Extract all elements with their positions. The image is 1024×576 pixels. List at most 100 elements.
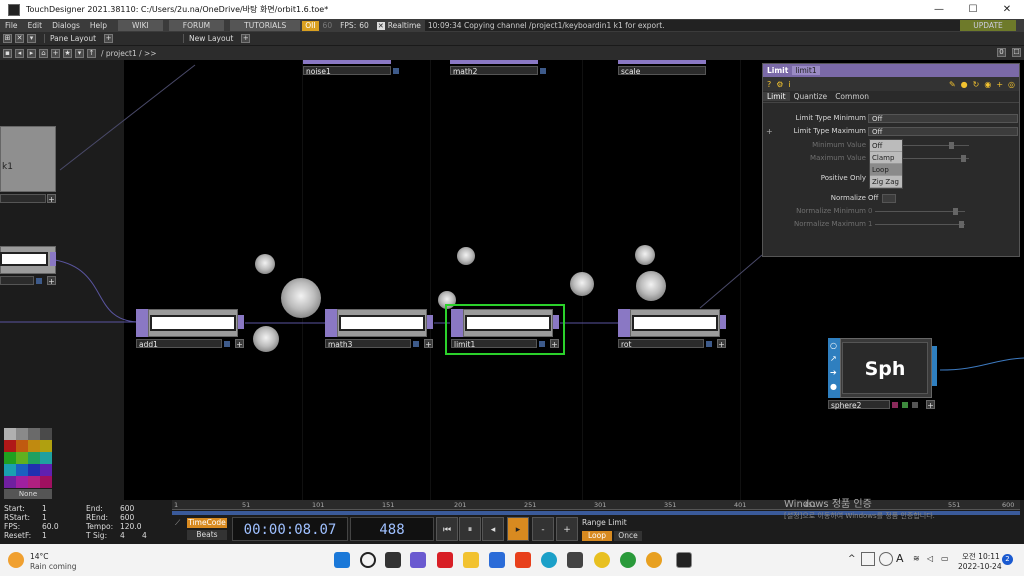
- step-minus-button[interactable]: -: [532, 517, 554, 541]
- clock-date[interactable]: 2022-10-24: [958, 562, 1002, 571]
- color-palette[interactable]: None: [4, 428, 54, 500]
- netflix-icon[interactable]: [437, 552, 453, 568]
- op-name-field[interactable]: limit1: [792, 66, 820, 75]
- search-icon[interactable]: [360, 552, 376, 568]
- refresh-icon[interactable]: ↻: [973, 80, 980, 89]
- ime-indicator[interactable]: A: [896, 552, 904, 565]
- timeline-options-icon[interactable]: ⟋: [175, 518, 180, 528]
- param-normalize-min: Normalize Minimum 0: [763, 207, 1019, 218]
- normalize-max-slider[interactable]: [875, 220, 975, 229]
- oi-toggle[interactable]: OII: [302, 20, 319, 31]
- dropdown-option-clamp[interactable]: Clamp: [870, 152, 902, 164]
- edge-icon[interactable]: [541, 552, 557, 568]
- limit-type-max-menu[interactable]: Off: [868, 127, 1018, 136]
- menu-help[interactable]: Help: [85, 21, 112, 30]
- new-layout-label[interactable]: New Layout: [183, 34, 238, 43]
- add-layout-icon[interactable]: +: [241, 34, 251, 43]
- edit-icon[interactable]: ✎: [949, 80, 956, 89]
- tray-app2-icon[interactable]: [879, 552, 893, 566]
- chrome-profile-icon[interactable]: [620, 552, 636, 568]
- task-view-icon[interactable]: [385, 552, 401, 568]
- tray-app-icon[interactable]: [861, 552, 875, 566]
- back-icon[interactable]: ◂: [15, 48, 24, 58]
- volume-icon[interactable]: ◁: [927, 554, 933, 563]
- forum-link[interactable]: FORUM: [168, 20, 225, 31]
- beats-mode-button[interactable]: Beats: [187, 530, 227, 540]
- language-icon[interactable]: ◉: [984, 80, 991, 89]
- dropdown-option-off[interactable]: Off: [870, 140, 902, 152]
- step-back-button[interactable]: ◂: [482, 517, 504, 541]
- loop-button[interactable]: Loop: [582, 531, 612, 541]
- dropdown-option-zigzag[interactable]: Zig Zag: [870, 176, 902, 188]
- file-explorer-icon[interactable]: [463, 552, 479, 568]
- wifi-icon[interactable]: ≋: [913, 554, 920, 563]
- comment-icon[interactable]: ●: [961, 80, 968, 89]
- menu-bar: File Edit Dialogs Help WIKI FORUM TUTORI…: [0, 19, 1024, 32]
- store-icon[interactable]: [489, 552, 505, 568]
- fps-label: FPS:: [340, 21, 357, 30]
- tray-chevron-icon[interactable]: ^: [848, 554, 856, 564]
- normalize-min-slider[interactable]: [875, 207, 975, 216]
- menu-file[interactable]: File: [0, 21, 23, 30]
- timecode-mode-button[interactable]: TimeCode: [187, 518, 227, 528]
- notification-badge[interactable]: 2: [1002, 554, 1013, 565]
- network-type-icon[interactable]: ▪: [3, 48, 12, 58]
- dropdown-option-loop[interactable]: Loop: [870, 164, 902, 176]
- touchdesigner-taskbar-icon[interactable]: [676, 552, 692, 568]
- close-button[interactable]: ✕: [990, 0, 1024, 19]
- maximize-button[interactable]: ☐: [956, 0, 990, 19]
- palette-none[interactable]: None: [4, 489, 52, 499]
- forward-icon[interactable]: ▸: [27, 48, 36, 58]
- python-help-icon[interactable]: ⚙: [776, 80, 783, 89]
- network-path[interactable]: / project1 / >>: [101, 49, 157, 58]
- pause-button[interactable]: ⏸: [459, 517, 481, 541]
- pane-split-icon[interactable]: ⊞: [3, 34, 12, 43]
- once-button[interactable]: Once: [614, 531, 642, 541]
- step-plus-button[interactable]: +: [556, 517, 578, 541]
- timecode-display[interactable]: 00:00:08.07: [232, 517, 348, 541]
- help-icon[interactable]: ?: [767, 80, 771, 89]
- fps-cook-readout: 60: [322, 21, 333, 30]
- target-icon[interactable]: ◎: [1008, 80, 1015, 89]
- menu-edit[interactable]: Edit: [23, 21, 48, 30]
- tutorials-link[interactable]: TUTORIALS: [230, 20, 301, 31]
- menu-dialogs[interactable]: Dialogs: [47, 21, 85, 30]
- add-icon[interactable]: +: [996, 80, 1003, 89]
- add-op-icon[interactable]: +: [51, 48, 60, 58]
- limit-type-dropdown[interactable]: Off Clamp Loop Zig Zag: [869, 139, 903, 189]
- parent-icon[interactable]: ↑: [87, 48, 96, 58]
- tab-quantize[interactable]: Quantize: [790, 92, 832, 101]
- chrome-icon[interactable]: [594, 552, 610, 568]
- pane-maximize-icon[interactable]: ☐: [1012, 48, 1021, 57]
- clock-time[interactable]: 오전 10:11: [962, 551, 1000, 562]
- bookmark-icon[interactable]: ★: [63, 48, 72, 58]
- play-button[interactable]: ▸: [507, 517, 529, 541]
- chat-icon[interactable]: [410, 552, 426, 568]
- weather-icon[interactable]: [8, 552, 24, 568]
- start-icon[interactable]: [334, 552, 350, 568]
- rewind-button[interactable]: ⏮: [436, 517, 458, 541]
- normalize-toggle[interactable]: Off: [868, 194, 878, 202]
- sop-flag-icon: ➔: [830, 368, 837, 377]
- tab-limit[interactable]: Limit: [763, 92, 790, 101]
- tab-common[interactable]: Common: [831, 92, 873, 101]
- chrome-profile2-icon[interactable]: [646, 552, 662, 568]
- pane-layout-label[interactable]: Pane Layout: [44, 34, 101, 43]
- info-icon[interactable]: i: [788, 80, 790, 89]
- normalize-toggle-box[interactable]: [882, 194, 896, 203]
- office-icon[interactable]: [515, 552, 531, 568]
- minimize-button[interactable]: —: [922, 0, 956, 19]
- wiki-link[interactable]: WIKI: [118, 20, 163, 31]
- notion-icon[interactable]: [567, 552, 583, 568]
- pin-icon[interactable]: ▾: [75, 48, 84, 58]
- pane-menu-icon[interactable]: ▾: [27, 34, 36, 43]
- battery-icon[interactable]: ▭: [941, 554, 949, 563]
- home-icon[interactable]: ⌂: [39, 48, 48, 58]
- pane-close-icon[interactable]: ✕: [15, 34, 24, 43]
- add-pane-layout-icon[interactable]: +: [104, 34, 114, 43]
- update-button[interactable]: UPDATE: [960, 20, 1016, 31]
- timeline-ruler[interactable]: 1 51 101 151 201 251 301 351 401 451 551…: [172, 500, 1020, 510]
- frame-display[interactable]: 488: [350, 517, 434, 541]
- limit-type-min-menu[interactable]: Off: [868, 114, 1018, 123]
- realtime-checkbox[interactable]: ✕: [376, 21, 385, 30]
